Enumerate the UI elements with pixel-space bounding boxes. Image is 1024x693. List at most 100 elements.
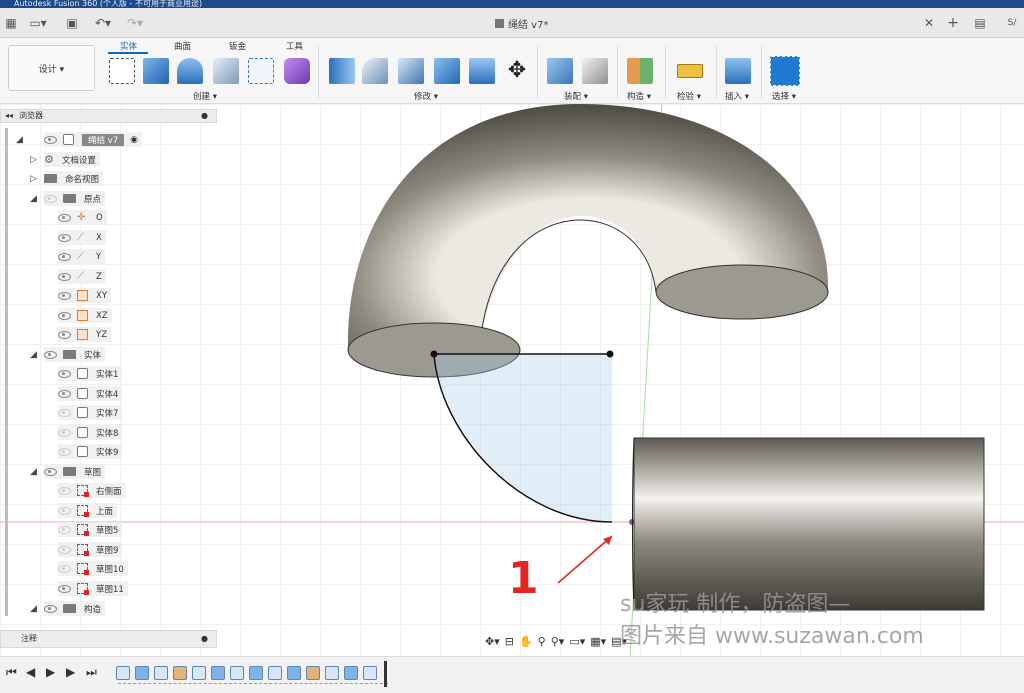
insert-image-icon[interactable] xyxy=(725,58,751,84)
timeline-sketch-icon[interactable] xyxy=(268,666,282,680)
collapse-triangle-icon[interactable]: ◢ xyxy=(30,350,37,360)
measure-icon[interactable] xyxy=(677,64,703,78)
visibility-eye-icon[interactable] xyxy=(58,428,71,437)
visibility-eye-icon[interactable] xyxy=(58,311,71,320)
close-tab-icon[interactable]: ✕ xyxy=(922,14,936,32)
construct-group-label[interactable]: 构造 ▾ xyxy=(627,90,651,102)
visibility-eye-icon[interactable] xyxy=(58,545,71,554)
workspace-design-button[interactable]: 设计 ▾ xyxy=(8,45,95,91)
timeline-sketch-icon[interactable] xyxy=(116,666,130,680)
visibility-eye-icon[interactable] xyxy=(44,135,57,144)
visibility-eye-icon[interactable] xyxy=(58,486,71,495)
timeline-sketch-icon[interactable] xyxy=(325,666,339,680)
pan-hand-icon[interactable]: ✋ xyxy=(519,635,533,648)
visibility-eye-icon[interactable] xyxy=(58,408,71,417)
timeline-extrude-icon[interactable] xyxy=(249,666,263,680)
create-sketch-icon[interactable] xyxy=(109,58,135,84)
timeline-extrude-icon[interactable] xyxy=(344,666,358,680)
collapse-triangle-icon[interactable]: ◢ xyxy=(30,467,37,477)
add-comment-icon[interactable]: ● xyxy=(201,631,208,647)
tree-item-x-axis[interactable]: ⟋ X xyxy=(58,230,106,245)
tree-item-sketch[interactable]: 草图5 xyxy=(58,522,123,537)
tree-item-named-views[interactable]: ▷ 命名视图 xyxy=(30,171,104,186)
new-tab-icon[interactable]: + xyxy=(944,14,962,32)
visibility-eye-icon[interactable] xyxy=(44,467,57,476)
tree-item-body[interactable]: 实体9 xyxy=(58,444,123,459)
offset-plane-icon[interactable] xyxy=(627,58,653,84)
tree-item-xz-plane[interactable]: XZ xyxy=(58,308,112,323)
timeline-sweep-icon[interactable] xyxy=(287,666,301,680)
new-component-icon[interactable] xyxy=(547,58,573,84)
grid-settings-icon[interactable]: ▦▾ xyxy=(590,635,606,648)
split-body-icon[interactable] xyxy=(469,58,495,84)
undo-icon[interactable]: ↶▾ xyxy=(92,14,114,32)
inspect-group-label[interactable]: 检验 ▾ xyxy=(677,90,701,102)
combine-icon[interactable] xyxy=(434,58,460,84)
collapse-icon[interactable]: ◂◂ xyxy=(5,110,13,122)
tree-item-body[interactable]: 实体8 xyxy=(58,425,123,440)
select-group-label[interactable]: 选择 ▾ xyxy=(772,90,796,102)
create-form-icon[interactable] xyxy=(284,58,310,84)
tab-surface[interactable]: 曲面 xyxy=(174,40,191,52)
visibility-eye-icon[interactable] xyxy=(58,369,71,378)
zoom-icon[interactable]: ⚲ xyxy=(538,635,546,648)
go-to-end-icon[interactable]: ⏭ xyxy=(86,665,97,680)
visibility-eye-icon[interactable] xyxy=(58,291,71,300)
expand-triangle-icon[interactable]: ▷ xyxy=(30,155,37,165)
tree-item-xy-plane[interactable]: XY xyxy=(58,288,112,303)
visibility-eye-icon[interactable] xyxy=(58,584,71,593)
torus-end-face-right[interactable] xyxy=(655,264,829,320)
tree-item-body[interactable]: 实体7 xyxy=(58,405,123,420)
collapse-triangle-icon[interactable]: ◢ xyxy=(16,135,23,145)
tree-item-body[interactable]: 实体1 xyxy=(58,366,123,381)
display-settings-icon[interactable]: ▭▾ xyxy=(569,635,585,648)
timeline-sketch-icon[interactable] xyxy=(192,666,206,680)
visibility-eye-icon[interactable] xyxy=(44,350,57,359)
move-icon[interactable]: ✥ xyxy=(504,58,530,84)
tree-item-body[interactable]: 实体4 xyxy=(58,386,123,401)
tree-root[interactable]: ◢ 绳结 v7 ◉ xyxy=(16,132,142,147)
hole-icon[interactable] xyxy=(213,58,239,84)
visibility-eye-icon[interactable] xyxy=(58,564,71,573)
look-at-icon[interactable]: ⊟ xyxy=(505,635,514,648)
visibility-eye-icon[interactable] xyxy=(44,194,57,203)
timeline-marker[interactable] xyxy=(384,661,387,687)
file-menu-icon[interactable]: ▭▾ xyxy=(28,14,48,32)
modify-group-label[interactable]: 修改 ▾ xyxy=(414,90,438,102)
visibility-eye-icon[interactable] xyxy=(58,525,71,534)
document-tab[interactable]: 绳结 v7* xyxy=(495,14,595,32)
tree-item-sketch[interactable]: 草图10 xyxy=(58,561,128,576)
tree-item-y-axis[interactable]: ⟋ Y xyxy=(58,249,106,264)
joint-icon[interactable] xyxy=(582,58,608,84)
user-label[interactable]: S/ xyxy=(1000,14,1024,32)
visibility-eye-icon[interactable] xyxy=(44,604,57,613)
select-icon[interactable] xyxy=(770,56,800,86)
fillet-icon[interactable] xyxy=(362,58,388,84)
timeline-sketch-icon[interactable] xyxy=(363,666,377,680)
redo-icon[interactable]: ↷▾ xyxy=(124,14,146,32)
tree-item-origin-point[interactable]: ✛ O xyxy=(58,210,107,225)
tree-item-sketches[interactable]: ◢ 草图 xyxy=(30,464,106,479)
sketch-point[interactable] xyxy=(430,350,438,358)
visibility-eye-icon[interactable] xyxy=(58,506,71,515)
collapse-triangle-icon[interactable]: ◢ xyxy=(30,194,37,204)
tab-tools[interactable]: 工具 xyxy=(286,40,303,52)
tab-solid[interactable]: 实体 xyxy=(120,40,137,52)
notifications-icon[interactable]: ▤ xyxy=(972,14,988,32)
browser-scrollbar[interactable] xyxy=(5,128,8,616)
activate-radio-icon[interactable]: ◉ xyxy=(130,135,138,145)
visibility-eye-icon[interactable] xyxy=(58,272,71,281)
timeline-sketch-icon[interactable] xyxy=(154,666,168,680)
timeline-sketch-icon[interactable] xyxy=(230,666,244,680)
visibility-eye-icon[interactable] xyxy=(58,389,71,398)
visibility-eye-icon[interactable] xyxy=(58,252,71,261)
browser-header[interactable]: ◂◂ 浏览器 ● xyxy=(0,109,217,123)
tree-item-sketch[interactable]: 草图9 xyxy=(58,542,123,557)
timeline-sweep-icon[interactable] xyxy=(211,666,225,680)
panel-toggle-icon[interactable]: ● xyxy=(201,110,208,122)
tree-item-construction[interactable]: ◢ 构造 xyxy=(30,601,106,616)
timeline-extrude-icon[interactable] xyxy=(135,666,149,680)
press-pull-icon[interactable] xyxy=(329,58,355,84)
tree-item-sketch[interactable]: 右侧面 xyxy=(58,483,126,498)
pattern-icon[interactable] xyxy=(248,58,274,84)
